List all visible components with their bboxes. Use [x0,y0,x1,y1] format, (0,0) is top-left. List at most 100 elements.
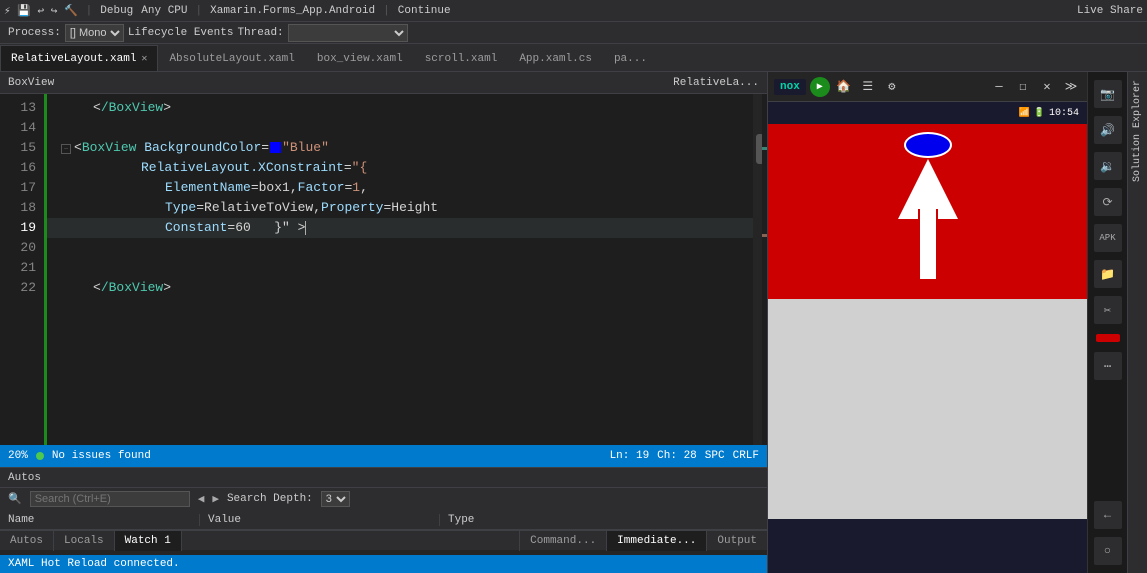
process-label: Process: [8,27,61,39]
battery-icon: 🔋 [1034,108,1045,118]
wifi-icon: 📶 [1019,108,1030,118]
tab-command-window[interactable]: Command... [519,531,606,551]
spc-indicator: SPC [705,450,725,462]
app-label: Xamarin.Forms_App.Android [210,5,375,17]
apk-btn[interactable]: APK [1094,224,1122,252]
code-editor[interactable]: 13 14 15 16 17 18 19 20 21 22 </BoxView> [0,94,767,445]
debug-label: Debug [100,5,133,17]
code-line-13: </BoxView> [45,98,753,118]
tab-close-icon[interactable]: ✕ [141,53,147,65]
folder-btn[interactable]: 📁 [1094,260,1122,288]
bottom-debug-tabs: Autos Locals Watch 1 Command... Immediat… [0,530,767,550]
minimap-scrollbar [762,94,767,445]
columns-header: Name Value Type [0,510,767,530]
nav-back-icon[interactable]: ◀ [198,492,205,506]
search-input[interactable] [30,491,190,507]
solution-explorer-label[interactable]: Solution Explorer [1130,76,1145,186]
search-depth-label: Search Depth: [227,493,313,505]
solution-explorer-panel: Solution Explorer [1127,72,1147,573]
code-content[interactable]: </BoxView> −<BoxView BackgroundColor="Bl… [45,94,753,445]
ln-indicator: Ln: 19 [610,450,650,462]
autos-title: Autos [0,468,767,488]
nav-forward-icon[interactable]: ▶ [212,492,219,506]
screenshot-btn[interactable]: 📷 [1094,80,1122,108]
volume-up-btn[interactable]: 🔊 [1094,116,1122,144]
continue-btn[interactable]: Continue [398,5,451,17]
play-btn[interactable]: ▶ [810,77,830,97]
search-depth-select[interactable]: 3 [321,491,350,507]
thread-select[interactable] [288,24,408,42]
tab-label: scroll.xaml [425,53,498,65]
cut-btn[interactable]: ✂ [1094,296,1122,324]
line-numbers: 13 14 15 16 17 18 19 20 21 22 [0,94,45,445]
toolbar-icons: ⚡ 💾 ↩ ↪ 🔨 [4,4,78,18]
tab-label: pa... [614,53,647,65]
collapse-icon[interactable]: − [61,144,71,154]
close-btn[interactable]: ✕ [1037,77,1057,97]
code-line-15: −<BoxView BackgroundColor="Blue" [45,138,753,158]
code-line-16: RelativeLayout.XConstraint="{ [45,158,753,178]
phone-status-bar: 📶 🔋 10:54 [768,102,1087,124]
col-name: Name [0,514,200,526]
no-issues-icon [36,452,44,460]
tab-label: AbsoluteLayout.xaml [169,53,294,65]
minimap-mark-1 [762,147,767,150]
editor-scrollbar[interactable] [753,94,767,445]
red-indicator [1096,334,1120,342]
hotreload-text: XAML Hot Reload connected. [8,558,180,570]
emulator-screen: 📶 🔋 10:54 [768,102,1087,573]
restore-btn[interactable]: ☐ [1013,77,1033,97]
code-line-22: </BoxView> [45,278,753,298]
expand-btn[interactable]: ≫ [1061,77,1081,97]
tab-relativelayout[interactable]: RelativeLayout.xaml ✕ [0,45,158,71]
editor-breadcrumb: BoxView RelativeLa... [0,72,767,94]
tab-pa[interactable]: pa... [603,45,658,71]
arrow-up-svg [888,159,968,289]
col-value: Value [200,514,440,526]
screen-rotate-btn[interactable]: ⟳ [1094,188,1122,216]
status-bar: 20% No issues found Ln: 19 Ch: 28 SPC CR… [0,445,767,467]
editor-tabs: RelativeLayout.xaml ✕ AbsoluteLayout.xam… [0,44,1147,72]
back-btn[interactable]: ← [1094,501,1122,529]
tab-boxview[interactable]: box_view.xaml [306,45,414,71]
minimize-btn[interactable]: ─ [989,77,1009,97]
col-type: Type [440,514,767,526]
process-select[interactable]: [] Mono [65,24,124,42]
ch-indicator: Ch: 28 [657,450,697,462]
tab-autos[interactable]: Autos [0,531,54,551]
editor-panel: BoxView RelativeLa... 13 14 15 16 17 18 … [0,72,767,573]
more-btn[interactable]: ⋯ [1094,352,1122,380]
volume-down-btn[interactable]: 🔉 [1094,152,1122,180]
home-btn[interactable]: 🏠 [834,77,854,97]
tab-label: box_view.xaml [317,53,403,65]
cpu-label: Any CPU [141,5,187,17]
right-panel: nox ▶ 🏠 ☰ ⚙ ─ ☐ ✕ ≫ 📶 🔋 [767,72,1147,573]
tab-appxaml[interactable]: App.xaml.cs [508,45,603,71]
top-toolbar: ⚡ 💾 ↩ ↪ 🔨 | Debug Any CPU | Xamarin.Form… [0,0,1147,22]
tab-watch1[interactable]: Watch 1 [115,531,182,551]
live-share-btn: Live Share [1077,5,1143,17]
code-line-21 [45,258,753,278]
settings-btn[interactable]: ⚙ [882,77,902,97]
tab-output[interactable]: Output [706,531,767,551]
home-hw-btn[interactable]: ○ [1094,537,1122,565]
lifecycle-label: Lifecycle Events [128,27,234,39]
breadcrumb-text: BoxView [8,77,54,89]
tab-scroll[interactable]: scroll.xaml [414,45,509,71]
debug-panel: Autos 🔍 ◀ ▶ Search Depth: 3 Name Value [0,467,767,555]
code-line-14 [45,118,753,138]
tab-absolutelayout[interactable]: AbsoluteLayout.xaml [158,45,305,71]
zoom-level: 20% [8,450,28,462]
code-line-18: Type=RelativeToView,Property=Height [45,198,753,218]
search-row: 🔍 ◀ ▶ Search Depth: 3 [0,488,767,510]
menu-btn[interactable]: ☰ [858,77,878,97]
breadcrumb-right: RelativeLa... [673,77,759,89]
hotreload-bar: XAML Hot Reload connected. [0,555,767,573]
emulator-panel: nox ▶ 🏠 ☰ ⚙ ─ ☐ ✕ ≫ 📶 🔋 [767,72,1087,573]
emulator-side-controls: 📷 🔊 🔉 ⟳ APK 📁 ✂ ⋯ ← ○ [1087,72,1127,573]
code-change-indicator [44,94,47,445]
thread-label: Thread: [237,27,283,39]
tab-immediate-window[interactable]: Immediate... [606,531,706,551]
tab-locals[interactable]: Locals [54,531,115,551]
minimap-mark-2 [762,234,767,237]
